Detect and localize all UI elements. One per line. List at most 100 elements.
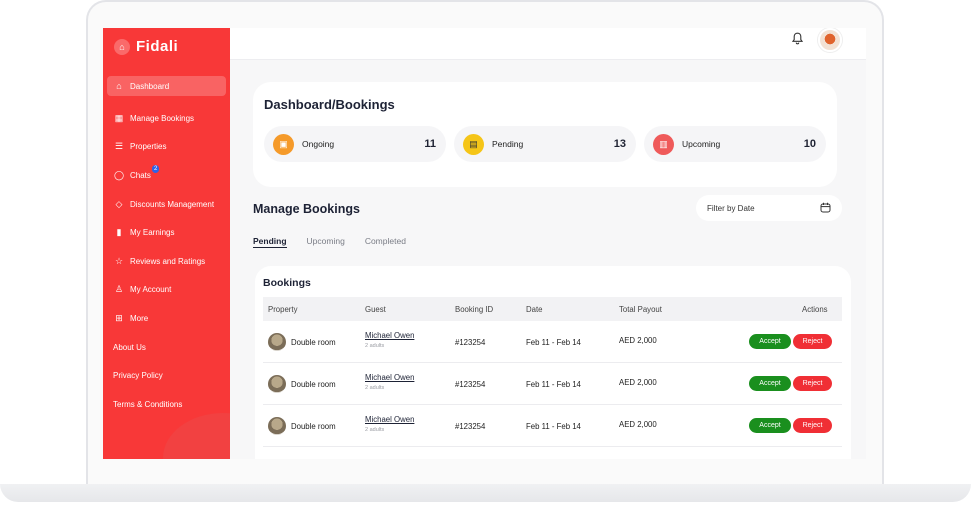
bookings-title: Bookings (263, 277, 311, 289)
pending-icon: ▤ (463, 133, 484, 155)
brand-logo[interactable]: ⌂ Fidali (114, 38, 178, 55)
property-thumbnail (268, 375, 286, 395)
sidebar-item-properties[interactable]: ☰ Properties (107, 133, 226, 162)
sidebar-item-label: Manage Bookings (130, 113, 195, 123)
col-actions: Actions (802, 305, 828, 314)
booking-tabs: Pending Upcoming Completed (253, 236, 426, 248)
property-name: Double room (291, 338, 336, 347)
stat-value: 13 (613, 138, 626, 150)
col-property: Property (268, 305, 298, 314)
guest-cell: Michael Owen 2 adults (365, 415, 414, 433)
col-guest: Guest (365, 305, 386, 314)
booking-id: #123254 (455, 338, 486, 347)
stat-pending[interactable]: ▤ Pending 13 (454, 126, 636, 162)
tab-completed[interactable]: Completed (365, 236, 406, 248)
star-icon: ☆ (114, 255, 124, 266)
laptop-base (0, 484, 971, 502)
sidebar-item-label: Chats (130, 170, 151, 180)
reject-button[interactable]: Reject (793, 376, 832, 391)
brand-name: Fidali (136, 38, 179, 55)
sidebar-item-label: Dashboard (130, 81, 170, 91)
col-payout: Total Payout (619, 305, 662, 314)
sidebar-item-chats[interactable]: ◯ Chats 2 (107, 161, 226, 190)
sidebar-item-label: More (130, 313, 149, 323)
property-thumbnail (268, 333, 286, 353)
sidebar-item-discounts[interactable]: ◇ Discounts Management (107, 190, 226, 219)
bar-chart-icon: ▮ (116, 227, 122, 238)
upcoming-icon: ▥ (653, 133, 674, 155)
user-icon: ♙ (114, 284, 124, 295)
stat-label: Upcoming (682, 139, 721, 149)
sidebar-item-label: My Earnings (130, 228, 175, 238)
sidebar-decoration (163, 413, 230, 459)
property-thumbnail (268, 417, 286, 437)
sidebar-link-about[interactable]: About Us (107, 333, 226, 362)
guest-name-link[interactable]: Michael Owen (365, 373, 414, 382)
sidebar-item-reviews[interactable]: ☆ Reviews and Ratings (107, 247, 226, 276)
guest-name-link[interactable]: Michael Owen (365, 331, 414, 340)
guest-count: 2 adults (365, 343, 385, 349)
tag-icon: ◇ (115, 198, 123, 209)
guest-count: 2 adults (365, 427, 385, 433)
reject-button[interactable]: Reject (793, 334, 832, 349)
sidebar-item-label: Reviews and Ratings (130, 256, 206, 266)
sidebar-nav: ⌂ Dashboard ▦ Manage Bookings ☰ Properti… (107, 76, 226, 419)
sidebar-link-terms[interactable]: Terms & Conditions (107, 390, 226, 419)
property-name: Double room (291, 380, 336, 389)
booking-id: #123254 (455, 422, 486, 431)
sidebar-item-account[interactable]: ♙ My Account (107, 276, 226, 305)
table-row: Double room Michael Owen 2 adults #12325… (263, 321, 842, 363)
plus-square-icon: ⊞ (115, 312, 123, 323)
grid-icon: ▦ (114, 112, 124, 123)
bell-icon[interactable] (791, 32, 804, 48)
sidebar-item-more[interactable]: ⊞ More (107, 304, 226, 333)
home-icon: ⌂ (116, 81, 122, 91)
topbar (230, 28, 866, 60)
property-name: Double room (291, 422, 336, 431)
sidebar-item-label: Properties (130, 142, 167, 152)
stat-ongoing[interactable]: ▣ Ongoing 11 (264, 126, 446, 162)
reject-button[interactable]: Reject (793, 418, 832, 433)
sidebar-item-label: Discounts Management (130, 199, 215, 209)
sidebar-item-earnings[interactable]: ▮ My Earnings (107, 218, 226, 247)
stat-label: Ongoing (302, 139, 335, 149)
manage-bookings-title: Manage Bookings (253, 202, 360, 216)
guest-count: 2 adults (365, 385, 385, 391)
col-date: Date (526, 305, 543, 314)
app-screen: ⌂ Fidali ⌂ Dashboard ▦ Manage Bookings ☰… (103, 28, 866, 459)
stat-value: 11 (424, 138, 436, 150)
sidebar-item-manage-bookings[interactable]: ▦ Manage Bookings (107, 104, 226, 133)
tab-upcoming[interactable]: Upcoming (307, 236, 345, 248)
booking-id: #123254 (455, 380, 486, 389)
guest-cell: Michael Owen 2 adults (365, 331, 414, 349)
summary-card: Dashboard/Bookings ▣ Ongoing 11 ▤ Pendin… (253, 82, 837, 187)
stat-label: Pending (492, 139, 524, 149)
guest-name-link[interactable]: Michael Owen (365, 415, 414, 424)
bookings-table-card: Bookings Property Guest Booking ID Date … (255, 266, 851, 459)
chat-icon: ◯ (113, 169, 125, 180)
filter-by-date[interactable]: Filter by Date (696, 195, 842, 221)
sidebar-item-dashboard[interactable]: ⌂ Dashboard (107, 76, 226, 96)
table-row: Double room Michael Owen 2 adults #12325… (263, 405, 842, 447)
calendar-icon (820, 202, 831, 215)
page-title: Dashboard/Bookings (264, 97, 395, 112)
guest-cell: Michael Owen 2 adults (365, 373, 414, 391)
booking-date: Feb 11 - Feb 14 (526, 422, 581, 431)
chat-count-badge: 2 (152, 165, 160, 174)
stat-value: 10 (803, 138, 816, 150)
home-logo-icon: ⌂ (114, 38, 130, 55)
sidebar-link-privacy[interactable]: Privacy Policy (107, 361, 226, 390)
tab-pending[interactable]: Pending (253, 236, 287, 248)
stat-upcoming[interactable]: ▥ Upcoming 10 (644, 126, 826, 162)
col-booking-id: Booking ID (455, 305, 494, 314)
total-payout: AED 2,000 (619, 420, 657, 429)
accept-button[interactable]: Accept (749, 334, 791, 349)
accept-button[interactable]: Accept (749, 376, 791, 391)
total-payout: AED 2,000 (619, 378, 657, 387)
list-icon: ☰ (114, 141, 124, 152)
user-avatar[interactable] (818, 28, 842, 52)
table-row: Double room Michael Owen 2 adults #12325… (263, 363, 842, 405)
table-header: Property Guest Booking ID Date Total Pay… (263, 297, 842, 321)
total-payout: AED 2,000 (619, 336, 657, 345)
accept-button[interactable]: Accept (749, 418, 791, 433)
